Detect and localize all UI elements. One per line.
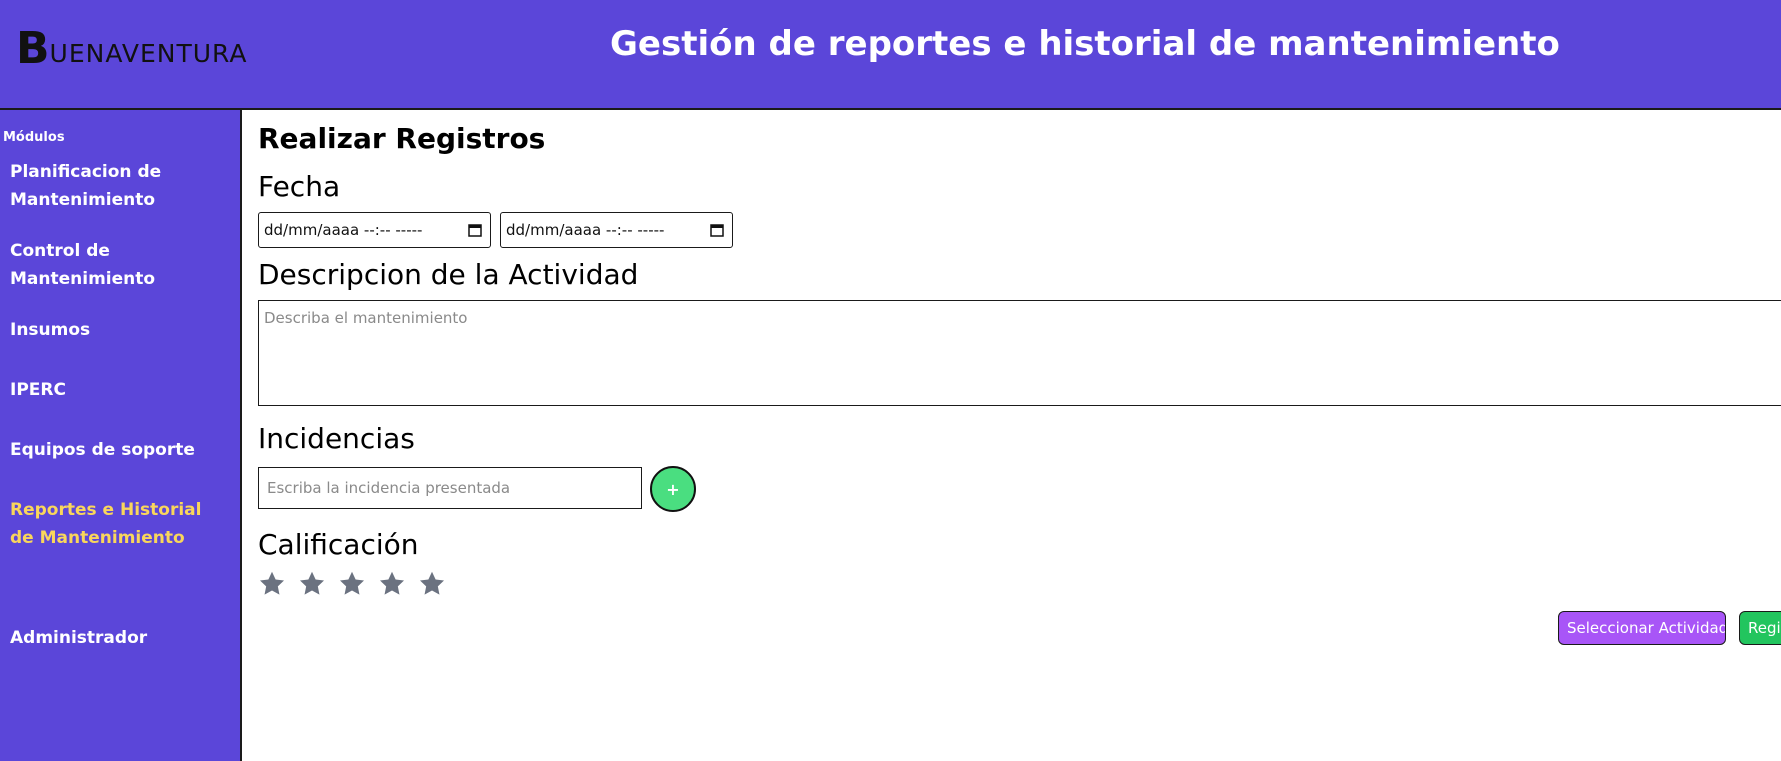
sidebar-item-administrador[interactable]: Administrador — [10, 624, 225, 652]
page-header-title: Gestión de reportes e historial de mante… — [610, 24, 1560, 64]
incidents-label: Incidencias — [258, 422, 415, 455]
buenaventura-logo[interactable]: B UENAVENTURA — [16, 23, 248, 74]
incident-placeholder: Escriba la incidencia presentada — [267, 479, 511, 497]
sidebar-item-planificacion[interactable]: Planificacion de Mantenimiento — [10, 158, 225, 214]
add-incident-button[interactable]: + — [650, 466, 696, 512]
main-content: Realizar Registros Fecha dd/mm/aaaa --:-… — [258, 110, 1781, 761]
sidebar-item-insumos[interactable]: Insumos — [10, 316, 225, 344]
logo-initial: B — [16, 23, 50, 74]
star-icon[interactable] — [338, 570, 366, 598]
rating-stars — [258, 570, 446, 598]
sidebar-item-reportes[interactable]: Reportes e Historial de Mantenimiento — [10, 496, 225, 552]
description-textarea[interactable]: Describa el mantenimiento — [258, 300, 1781, 406]
sidebar-item-iperc[interactable]: IPERC — [10, 376, 225, 404]
start-datetime-input[interactable]: dd/mm/aaaa --:-- ----- — [258, 212, 491, 248]
end-datetime-placeholder: dd/mm/aaaa --:-- ----- — [506, 221, 665, 239]
calendar-icon[interactable] — [468, 223, 482, 237]
description-label: Descripcion de la Actividad — [258, 258, 639, 291]
star-icon[interactable] — [298, 570, 326, 598]
register-button[interactable]: Regis — [1739, 611, 1781, 645]
star-icon[interactable] — [418, 570, 446, 598]
star-icon[interactable] — [378, 570, 406, 598]
app-header: B UENAVENTURA Gestión de reportes e hist… — [0, 0, 1781, 110]
rating-label: Calificación — [258, 528, 419, 561]
date-label: Fecha — [258, 170, 341, 203]
end-datetime-input[interactable]: dd/mm/aaaa --:-- ----- — [500, 212, 733, 248]
form-title: Realizar Registros — [258, 122, 546, 155]
start-datetime-placeholder: dd/mm/aaaa --:-- ----- — [264, 221, 423, 239]
sidebar-heading: Módulos — [3, 130, 65, 145]
sidebar: Módulos Planificacion de Mantenimiento C… — [0, 110, 242, 761]
incident-input[interactable]: Escriba la incidencia presentada — [258, 467, 642, 509]
sidebar-item-equipos[interactable]: Equipos de soporte — [10, 436, 225, 464]
sidebar-item-control[interactable]: Control de Mantenimiento — [10, 237, 225, 293]
select-activity-button[interactable]: Seleccionar Actividad — [1558, 611, 1726, 645]
logo-wordmark: UENAVENTURA — [49, 39, 248, 68]
calendar-icon[interactable] — [710, 223, 724, 237]
star-icon[interactable] — [258, 570, 286, 598]
